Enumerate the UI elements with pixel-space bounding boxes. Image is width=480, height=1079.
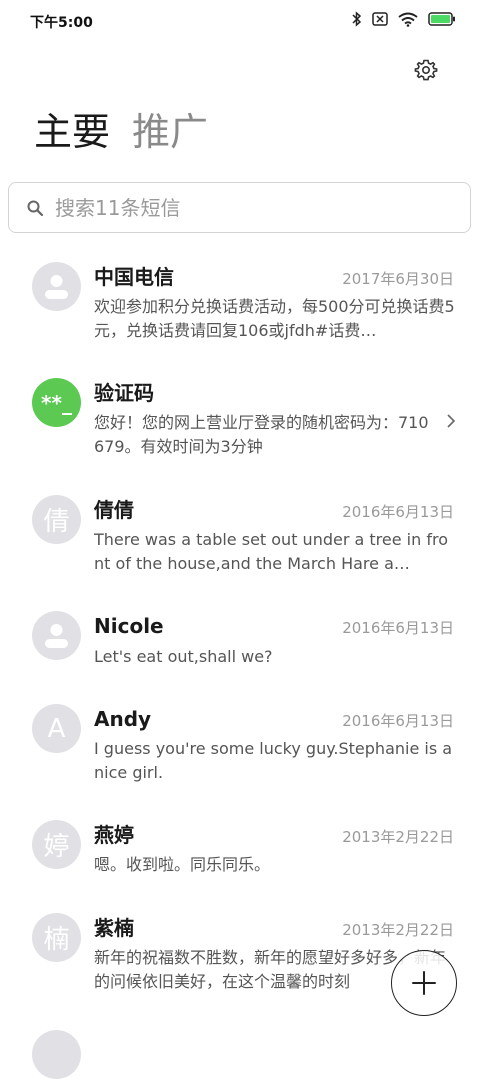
tab-bar: 主要 推广: [34, 108, 208, 156]
contact-name: 倩倩: [94, 498, 134, 522]
message-preview: Let's eat out,shall we?: [94, 647, 273, 666]
conversation-item[interactable]: **_ 验证码 您好！您的网上营业厅登录的随机密码为：710679。有效时间为3…: [0, 362, 480, 472]
no-sim-icon: [372, 12, 388, 26]
battery-icon: [428, 12, 456, 26]
conversation-item[interactable]: 倩 倩倩 2016年6月13日 There was a table set ou…: [0, 479, 480, 589]
conversation-item[interactable]: A Andy 2016年6月13日 I guess you're some lu…: [0, 689, 480, 799]
avatar: **_: [32, 378, 81, 427]
message-date: 2016年6月13日: [342, 503, 454, 521]
search-icon: [27, 200, 44, 217]
conversation-item[interactable]: [0, 1015, 480, 1079]
message-preview: 欢迎参加积分兑换话费活动，每500分可兑换话费5元，兑换话费请回复106或jfd…: [94, 297, 455, 340]
message-preview: There was a table set out under a tree i…: [94, 530, 448, 573]
message-preview: I guess you're some lucky guy.Stephanie …: [94, 739, 453, 782]
status-icons: [352, 11, 456, 27]
status-bar: 下午5:00: [0, 0, 480, 40]
message-date: 2016年6月13日: [342, 712, 454, 730]
chevron-right-icon: [447, 414, 456, 428]
bluetooth-icon: [352, 11, 362, 27]
person-icon: [45, 624, 68, 648]
message-date: 2016年6月13日: [342, 619, 454, 637]
contact-name: Andy: [94, 707, 152, 731]
contact-name: 中国电信: [94, 265, 174, 289]
search-placeholder: 搜索11条短信: [55, 196, 181, 220]
contact-name: 验证码: [94, 381, 154, 405]
tab-promotions[interactable]: 推广: [132, 108, 208, 156]
avatar: [32, 1030, 81, 1079]
avatar: 楠: [32, 913, 81, 962]
conversation-item[interactable]: 中国电信 2017年6月30日 欢迎参加积分兑换话费活动，每500分可兑换话费5…: [0, 245, 480, 355]
message-date: 2017年6月30日: [342, 270, 454, 288]
wifi-icon: [398, 12, 418, 27]
status-time: 下午5:00: [30, 15, 93, 31]
new-message-button[interactable]: [391, 950, 457, 1016]
contact-name: 紫楠: [94, 916, 134, 940]
avatar: A: [32, 704, 81, 753]
settings-button[interactable]: [412, 56, 440, 84]
avatar: 婷: [32, 820, 81, 869]
avatar: [32, 611, 81, 660]
avatar: 倩: [32, 495, 81, 544]
avatar: [32, 262, 81, 311]
search-input[interactable]: 搜索11条短信: [8, 182, 471, 233]
message-date: 2013年2月22日: [342, 921, 454, 939]
gear-icon: [414, 59, 438, 81]
plus-icon: [412, 971, 436, 995]
message-preview: 嗯。收到啦。同乐同乐。: [94, 855, 271, 874]
contact-name: Nicole: [94, 614, 164, 638]
person-icon: [45, 275, 68, 299]
message-preview: 您好！您的网上营业厅登录的随机密码为：710679。有效时间为3分钟: [94, 413, 429, 456]
contact-name: 燕婷: [94, 823, 134, 847]
message-date: 2013年2月22日: [342, 828, 454, 846]
tab-main[interactable]: 主要: [34, 108, 110, 156]
